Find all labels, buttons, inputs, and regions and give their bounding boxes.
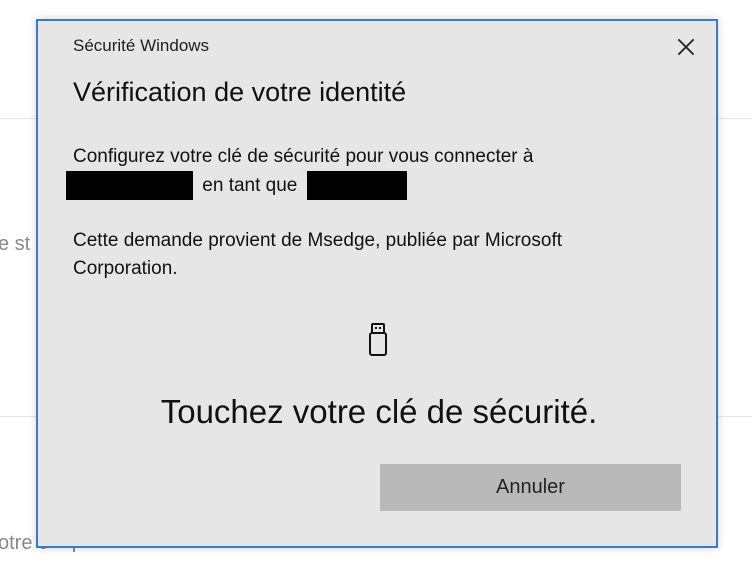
close-icon [677, 38, 695, 56]
redacted-user [306, 171, 407, 200]
redacted-account [66, 171, 193, 200]
security-key-prompt: Configurez votre clé de sécurité pour vo… [66, 143, 633, 200]
windows-security-dialog: Sécurité Windows Vérification de votre i… [36, 19, 718, 548]
prompt-line-one: Configurez votre clé de sécurité pour vo… [73, 146, 534, 167]
account-connector-text: en tant que [202, 174, 298, 196]
close-button[interactable] [674, 35, 698, 59]
usb-security-key-icon [367, 323, 389, 357]
request-source-message: Cette demande provient de Msedge, publié… [73, 230, 562, 279]
dialog-title: Vérification de votre identité [73, 77, 407, 107]
window-title: Sécurité Windows [73, 36, 210, 55]
touch-security-key-instruction: Touchez votre clé de sécurité. [160, 393, 598, 430]
prompt-line-two: en tant que [66, 171, 633, 200]
cancel-button[interactable]: Annuler [380, 464, 681, 511]
page: e st otre c Sécurité Windows Vérificatio… [0, 0, 752, 575]
background-text-fragment: e st [0, 233, 31, 255]
